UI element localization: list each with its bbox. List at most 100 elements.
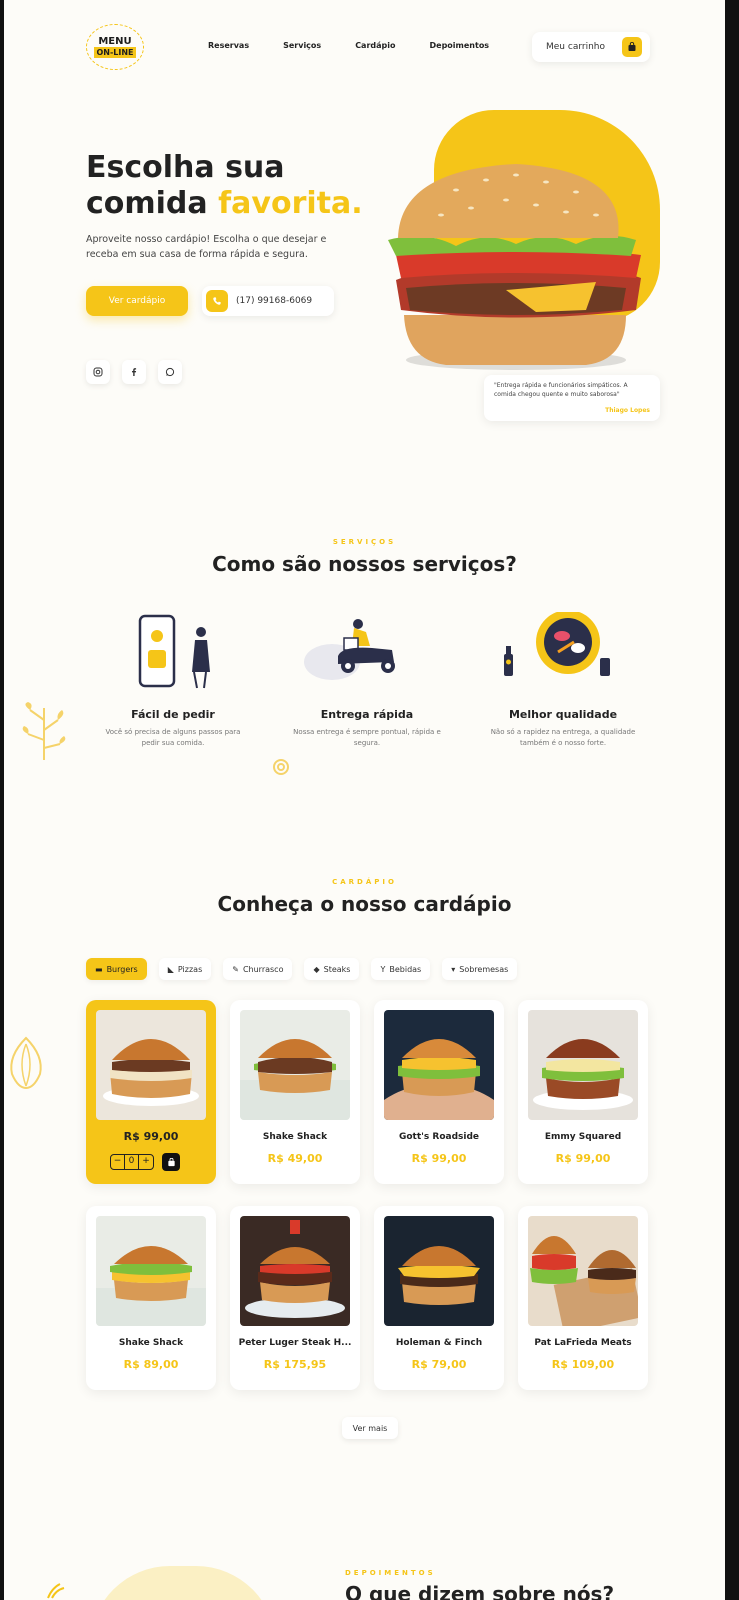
tab-label: Bebidas (389, 964, 422, 974)
menu-item-image (528, 1216, 638, 1326)
leaf-decoration (22, 702, 66, 760)
tab-steaks[interactable]: ◆ Steaks (304, 958, 360, 980)
menu-item-price: R$ 49,00 (267, 1152, 323, 1165)
menu-item-price: R$ 99,00 (555, 1152, 611, 1165)
service-description: Nossa entrega é sempre pontual, rápida e… (293, 728, 441, 747)
nav-item-servicos[interactable]: Serviços (283, 41, 321, 50)
menu-card[interactable]: Emmy Squared R$ 99,00 (518, 1000, 648, 1184)
hero-title-line-1: Escolha sua (86, 150, 285, 185)
tab-label: Sobremesas (459, 964, 509, 974)
view-menu-button[interactable]: Ver cardápio (86, 286, 188, 316)
phone-icon (206, 290, 228, 312)
scooter-delivery-illustration (292, 612, 442, 702)
menu-item-image (240, 1216, 350, 1326)
facebook-icon[interactable] (122, 360, 146, 384)
menu-card[interactable]: Shake Shack R$ 89,00 (86, 1206, 216, 1390)
hero-title: Escolha sua comida favorita. (86, 150, 386, 222)
phone-number: (17) 99168-6069 (236, 296, 313, 306)
menu-item-image (240, 1010, 350, 1120)
cart-label: Meu carrinho (546, 42, 605, 52)
hero-testimonial-card: "Entrega rápida e funcionários simpático… (484, 375, 660, 421)
menu-item-name: Peter Luger Steak H... (238, 1338, 352, 1348)
onion-decoration (10, 1036, 42, 1090)
testimonial-yellow-blob (90, 1566, 276, 1600)
brand-logo[interactable]: MENU ON-LINE (86, 24, 144, 70)
service-name: Fácil de pedir (131, 708, 215, 721)
menu-item-name: Shake Shack (118, 1338, 184, 1348)
increase-button[interactable]: + (139, 1155, 153, 1169)
menu-card[interactable]: Pat LaFrieda Meats R$ 109,00 (518, 1206, 648, 1390)
tab-label: Steaks (323, 964, 351, 974)
menu-item-price: R$ 99,00 (411, 1152, 467, 1165)
menu-item-image (96, 1010, 206, 1120)
shopping-bag-icon (622, 37, 642, 57)
main-nav: Reservas Serviços Cardápio Depoimentos (208, 41, 523, 50)
hero-title-highlight: favorita. (218, 186, 363, 221)
service-description: Não só a rapidez na entrega, a qualidade… (490, 728, 636, 747)
tab-bebidas[interactable]: Y Bebidas (371, 958, 431, 980)
nav-item-reservas[interactable]: Reservas (208, 41, 249, 50)
service-name: Entrega rápida (320, 708, 414, 721)
menu-item-image (528, 1010, 638, 1120)
quality-food-illustration (488, 610, 638, 702)
testimonials-eyebrow: DEPOIMENTOS (345, 1569, 436, 1577)
tab-label: Churrasco (242, 964, 284, 974)
menu-item-image (384, 1010, 494, 1120)
testimonials-title: O que dizem sobre nós? (345, 1582, 615, 1600)
nav-item-depoimentos[interactable]: Depoimentos (430, 41, 490, 50)
grill-icon: ✎ (232, 964, 239, 974)
brand-line-2: ON-LINE (94, 47, 136, 58)
menu-item-name: Emmy Squared (544, 1132, 622, 1142)
tab-burgers[interactable]: ▬ Burgers (86, 958, 147, 980)
hero-testimonial-author: Thiago Lopes (605, 407, 650, 414)
add-to-cart-bag-icon[interactable] (162, 1153, 180, 1171)
menu-item-name: Shake Shack (262, 1132, 328, 1142)
quantity-controls: − 0 + (110, 1153, 180, 1171)
menu-item-price: R$ 89,00 (123, 1358, 179, 1371)
service-name: Melhor qualidade (508, 708, 618, 721)
screen-frame-right (725, 0, 739, 1600)
instagram-icon[interactable] (86, 360, 110, 384)
phone-button[interactable]: (17) 99168-6069 (202, 286, 334, 316)
social-links (86, 360, 182, 384)
tab-churrasco[interactable]: ✎ Churrasco (223, 958, 293, 980)
menu-card[interactable]: Shake Shack R$ 49,00 (230, 1000, 360, 1184)
service-easy-order: Fácil de pedir Você só precisa de alguns… (98, 612, 248, 749)
cocktail-icon: Y (380, 964, 386, 974)
quantity-stepper: − 0 + (110, 1154, 154, 1170)
whatsapp-icon[interactable] (158, 360, 182, 384)
tab-sobremesas[interactable]: ▾ Sobremesas (442, 958, 518, 980)
menu-card[interactable]: Gott's Roadside R$ 99,00 (374, 1000, 504, 1184)
phone-order-illustration (98, 612, 248, 702)
menu-card[interactable]: Peter Luger Steak H... R$ 175,95 (230, 1206, 360, 1390)
wave-decoration (47, 1583, 65, 1599)
services-eyebrow: SERVIÇOS (332, 538, 397, 546)
see-more-button[interactable]: Ver mais (342, 1417, 398, 1439)
decrease-button[interactable]: − (111, 1155, 125, 1169)
menu-item-image (96, 1216, 206, 1326)
tab-label: Burgers (106, 964, 138, 974)
menu-item-price: R$ 79,00 (411, 1358, 467, 1371)
brand-line-1: MENU (98, 36, 132, 47)
hero-testimonial-text: "Entrega rápida e funcionários simpático… (494, 382, 628, 398)
menu-card[interactable]: Holeman & Finch R$ 79,00 (374, 1206, 504, 1390)
pizza-icon: ◣ (167, 964, 174, 974)
menu-item-name: Gott's Roadside (398, 1132, 480, 1142)
menu-item-image (384, 1216, 494, 1326)
landing-page: MENU ON-LINE Reservas Serviços Cardápio … (4, 0, 725, 1600)
tab-pizzas[interactable]: ◣ Pizzas (158, 958, 212, 980)
menu-title: Conheça o nosso cardápio (217, 892, 512, 916)
menu-item-price: R$ 175,95 (263, 1358, 327, 1371)
menu-category-tabs: ▬ Burgers ◣ Pizzas ✎ Churrasco ◆ Steaks … (86, 958, 518, 980)
service-fast-delivery: Entrega rápida Nossa entrega é sempre po… (292, 612, 442, 749)
nav-item-cardapio[interactable]: Cardápio (355, 41, 395, 50)
menu-item-name: Pat LaFrieda Meats (534, 1338, 632, 1348)
menu-card[interactable]: R$ 99,00 − 0 + (86, 1000, 216, 1184)
service-best-quality: Melhor qualidade Não só a rapidez na ent… (488, 610, 638, 749)
ice-cream-icon: ▾ (451, 964, 456, 974)
menu-item-price: R$ 99,00 (123, 1130, 179, 1143)
hero-subtitle: Aproveite nosso cardápio! Escolha o que … (86, 234, 327, 260)
hero-title-line-2: comida (86, 186, 219, 221)
hero-burger-image (388, 164, 641, 370)
cart-button[interactable]: Meu carrinho (532, 32, 650, 62)
